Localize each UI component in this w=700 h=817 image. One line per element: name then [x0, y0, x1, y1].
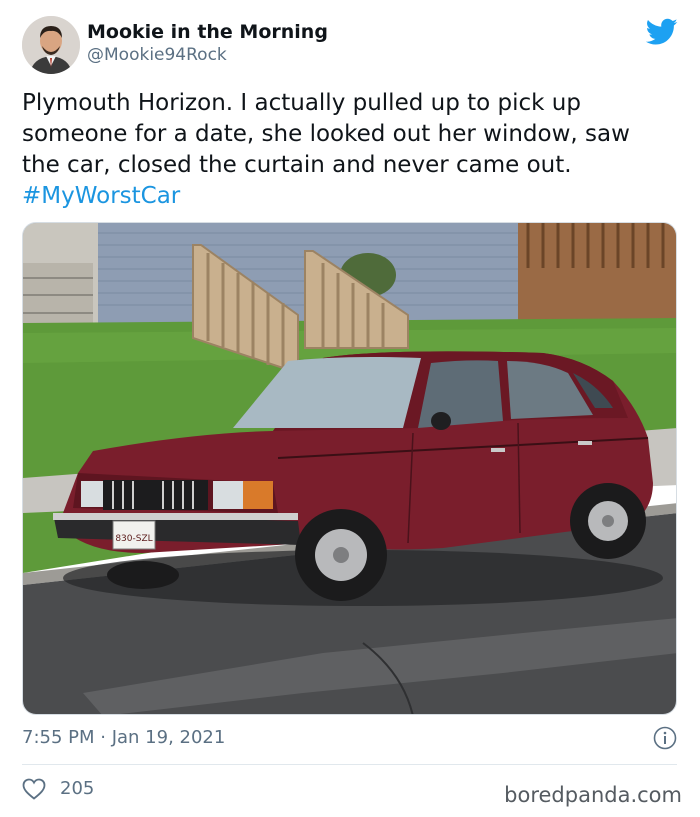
- tweet-timestamp[interactable]: 7:55 PM · Jan 19, 2021: [22, 727, 225, 748]
- info-icon[interactable]: [653, 726, 677, 750]
- heart-icon[interactable]: [22, 778, 46, 800]
- author-handle[interactable]: @Mookie94Rock: [87, 45, 227, 65]
- hashtag-link[interactable]: #MyWorstCar: [22, 181, 682, 212]
- license-plate: 830-SZL: [115, 534, 152, 544]
- twitter-bird-icon[interactable]: [646, 18, 678, 46]
- divider: [22, 764, 677, 765]
- tweet-text: Plymouth Horizon. I actually pulled up t…: [22, 88, 682, 212]
- tweet-photo[interactable]: 830-SZL: [22, 222, 677, 715]
- tweet-line: Plymouth Horizon. I actually pulled up t…: [22, 90, 581, 116]
- tweet-line: someone for a date, she looked out her w…: [22, 121, 630, 147]
- tweet-line: the car, closed the curtain and never ca…: [22, 152, 572, 178]
- avatar-image: [22, 16, 80, 74]
- avatar[interactable]: [22, 16, 80, 74]
- like-count: 205: [60, 778, 95, 799]
- watermark: boredpanda.com: [504, 783, 682, 807]
- car-photo: 830-SZL: [23, 223, 676, 714]
- author-name[interactable]: Mookie in the Morning: [87, 21, 328, 43]
